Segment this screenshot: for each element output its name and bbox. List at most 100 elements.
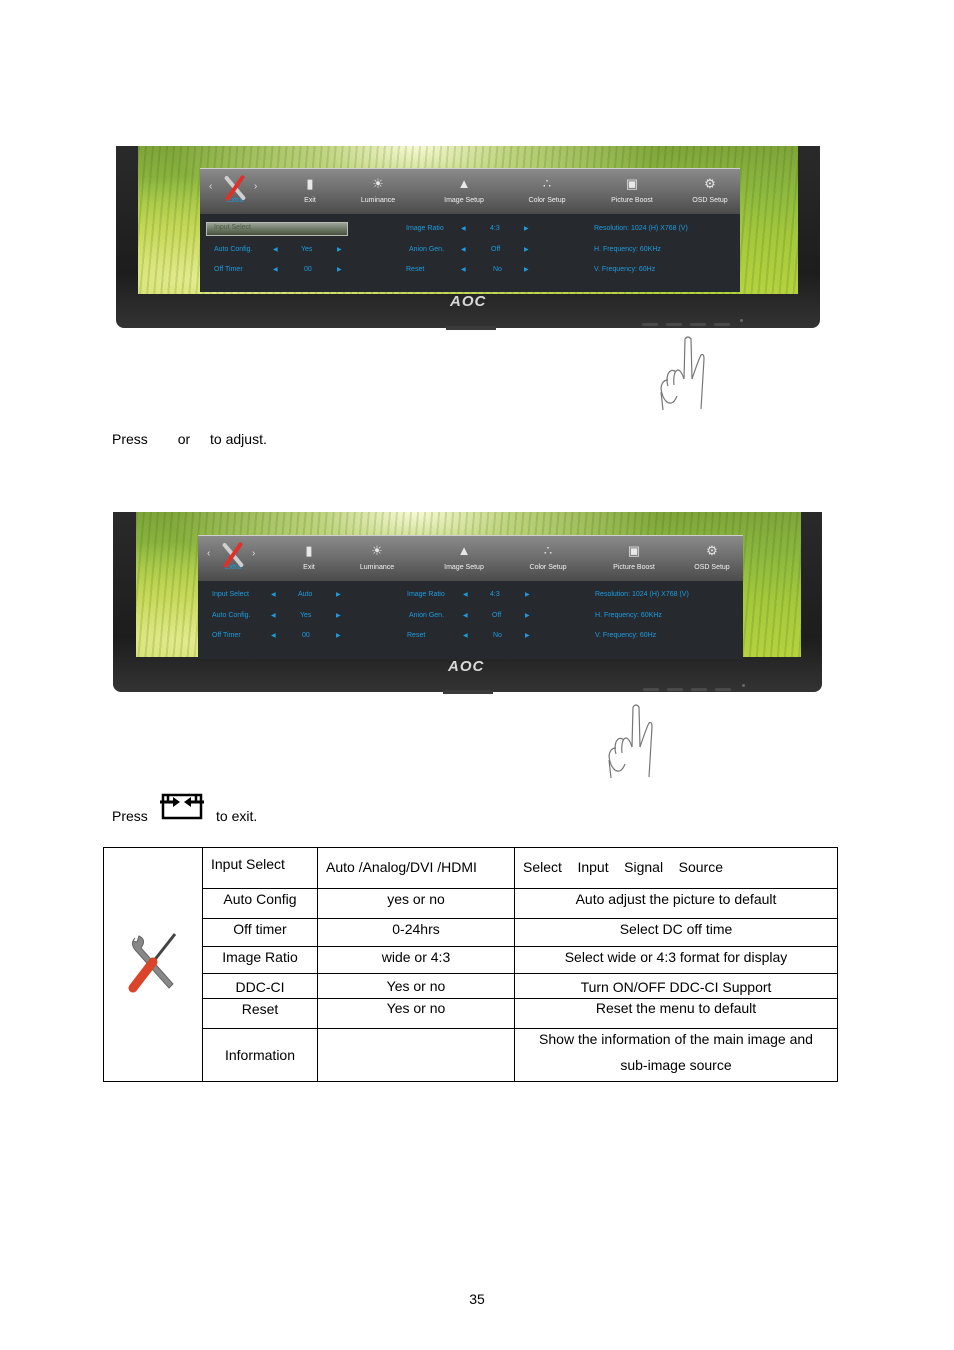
hardware-button[interactable] <box>690 323 706 326</box>
arrow-right-icon[interactable]: ▶ <box>336 612 341 619</box>
osd-label-reset[interactable]: Reset <box>407 632 425 639</box>
hardware-button[interactable] <box>642 323 658 326</box>
osd-content: Input Select Auto Config. ◀ Yes ▶ Off Ti… <box>200 214 740 292</box>
arrow-left-icon[interactable]: ◀ <box>463 632 468 639</box>
hardware-button[interactable] <box>714 323 730 326</box>
tab-luminance[interactable]: ☀ Luminance <box>338 173 418 204</box>
table-row: Image Ratio wide or 4:3 Select wide or 4… <box>104 946 838 974</box>
tab-picture-boost[interactable]: ▣ Picture Boost <box>594 540 674 571</box>
osd-value-off-timer: 00 <box>302 632 310 639</box>
arrow-left-icon[interactable]: ◀ <box>461 266 466 273</box>
power-led <box>742 684 745 687</box>
osd-label-input-select[interactable]: Input Select <box>212 591 249 598</box>
arrow-left-icon[interactable]: ◀ <box>273 266 278 273</box>
arrow-left-icon[interactable]: ◀ <box>271 632 276 639</box>
table-cell-range: Yes or no <box>317 998 515 1029</box>
osd-value-auto-config: Yes <box>301 246 313 253</box>
hardware-button[interactable] <box>715 688 731 691</box>
table-row: Auto Config yes or no Auto adjust the pi… <box>104 888 838 919</box>
table-cell-range <box>317 1028 515 1082</box>
hardware-buttons <box>643 688 731 691</box>
tab-luminance[interactable]: ☀ Luminance <box>337 540 417 571</box>
arrow-left-icon[interactable]: ◀ <box>461 246 466 253</box>
tab-extra[interactable]: Extra <box>193 540 273 571</box>
power-led <box>740 319 743 322</box>
table-cell-item: Information <box>202 1028 318 1082</box>
arrow-right-icon[interactable]: ▶ <box>525 612 530 619</box>
hardware-button[interactable] <box>667 688 683 691</box>
instruction-or: or <box>177 431 191 447</box>
table-cell-description: Show the information of the main image a… <box>514 1028 838 1082</box>
tools-icon <box>195 173 275 202</box>
tab-osd-setup[interactable]: ⚙ OSD Setup <box>672 540 752 571</box>
hardware-button[interactable] <box>666 323 682 326</box>
table-cell-description: Select DC off time <box>514 918 838 947</box>
osd-value-anion-gen: Off <box>491 246 501 253</box>
osd-label-auto-config[interactable]: Auto Config. <box>214 246 253 253</box>
osd-info-v-frequency: V. Frequency: 60Hz <box>595 632 657 639</box>
stand-base <box>443 690 493 694</box>
tools-icon <box>193 540 273 569</box>
table-cell-item: Input Select <box>202 847 318 889</box>
arrow-right-icon[interactable]: ▶ <box>524 225 529 232</box>
table-cell-item: Auto Config <box>202 888 318 919</box>
arrow-left-icon[interactable]: ◀ <box>461 225 466 232</box>
arrow-left-icon[interactable]: ◀ <box>273 246 278 253</box>
color-setup-icon: ∴ <box>542 176 552 191</box>
brand-logo: AOC <box>448 658 485 675</box>
arrow-right-icon[interactable]: ▶ <box>524 266 529 273</box>
arrow-right-icon[interactable]: ▶ <box>336 632 341 639</box>
image-setup-icon: ▲ <box>457 543 471 558</box>
osd-label-input-select[interactable]: Input Select <box>214 224 251 231</box>
table-cell-item: Off timer <box>202 918 318 947</box>
tab-color-setup[interactable]: ∴ Color Setup <box>507 173 587 204</box>
table-cell-item: Reset <box>202 998 318 1029</box>
tab-osd-setup[interactable]: ⚙ OSD Setup <box>670 173 750 204</box>
osd-label-reset[interactable]: Reset <box>406 266 424 273</box>
adjust-instruction: Press or to adjust. <box>112 431 267 447</box>
table-cell-range: 0-24hrs <box>317 918 515 947</box>
tab-image-setup[interactable]: ▲ Image Setup <box>424 173 504 204</box>
osd-label-image-ratio[interactable]: Image Ratio <box>406 225 444 232</box>
arrow-right-icon[interactable]: ▶ <box>525 632 530 639</box>
osd-value-auto-config: Yes <box>300 612 312 619</box>
osd-tab-bar: ‹ › Extra ▮ Exit ☀ Luminance ▲ Image Set… <box>200 168 740 215</box>
instruction-press: Press <box>112 431 148 447</box>
arrow-right-icon[interactable]: ▶ <box>524 246 529 253</box>
hand-pointing-icon <box>608 704 653 779</box>
arrow-right-icon[interactable]: ▶ <box>336 591 341 598</box>
osd-label-anion-gen[interactable]: Anion Gen. <box>409 612 444 619</box>
osd-label-off-timer[interactable]: Off Timer <box>214 266 243 273</box>
arrow-right-icon[interactable]: ▶ <box>337 266 342 273</box>
tab-color-setup[interactable]: ∴ Color Setup <box>508 540 588 571</box>
osd-info-h-frequency: H. Frequency: 60KHz <box>595 612 662 619</box>
exit-instruction-suffix: to exit. <box>216 808 258 824</box>
table-row: Input Select Auto /Analog/DVI /HDMI Sele… <box>103 847 838 1082</box>
tab-image-setup[interactable]: ▲ Image Setup <box>424 540 504 571</box>
arrow-left-icon[interactable]: ◀ <box>463 591 468 598</box>
table-cell-range: wide or 4:3 <box>317 946 515 974</box>
brand-logo: AOC <box>450 293 487 310</box>
tab-picture-boost[interactable]: ▣ Picture Boost <box>592 173 672 204</box>
osd-label-auto-config[interactable]: Auto Config. <box>212 612 251 619</box>
osd-label-off-timer[interactable]: Off Timer <box>212 632 241 639</box>
arrow-right-icon[interactable]: ▶ <box>525 591 530 598</box>
tab-extra[interactable]: Extra <box>195 173 275 204</box>
arrow-left-icon[interactable]: ◀ <box>463 612 468 619</box>
table-cell-range: Yes or no <box>317 973 515 999</box>
arrow-right-icon[interactable]: ▶ <box>337 246 342 253</box>
hardware-button[interactable] <box>691 688 707 691</box>
osd-info-resolution: Resolution: 1024 (H) X768 (V) <box>594 225 688 232</box>
arrow-left-icon[interactable]: ◀ <box>271 591 276 598</box>
exit-key-icon <box>160 793 204 820</box>
osd-content: Input Select ◀ Auto ▶ Auto Config. ◀ Yes… <box>198 581 743 659</box>
arrow-left-icon[interactable]: ◀ <box>271 612 276 619</box>
osd-label-image-ratio[interactable]: Image Ratio <box>407 591 445 598</box>
table-cell-description: Auto adjust the picture to default <box>514 888 838 919</box>
table-cell-description: Select wide or 4:3 format for display <box>514 946 838 974</box>
osd-label-anion-gen[interactable]: Anion Gen. <box>409 246 444 253</box>
table-cell-range: Auto /Analog/DVI /HDMI <box>317 847 515 889</box>
hardware-button[interactable] <box>643 688 659 691</box>
brightness-icon: ☀ <box>371 543 383 558</box>
hardware-buttons <box>642 323 730 326</box>
